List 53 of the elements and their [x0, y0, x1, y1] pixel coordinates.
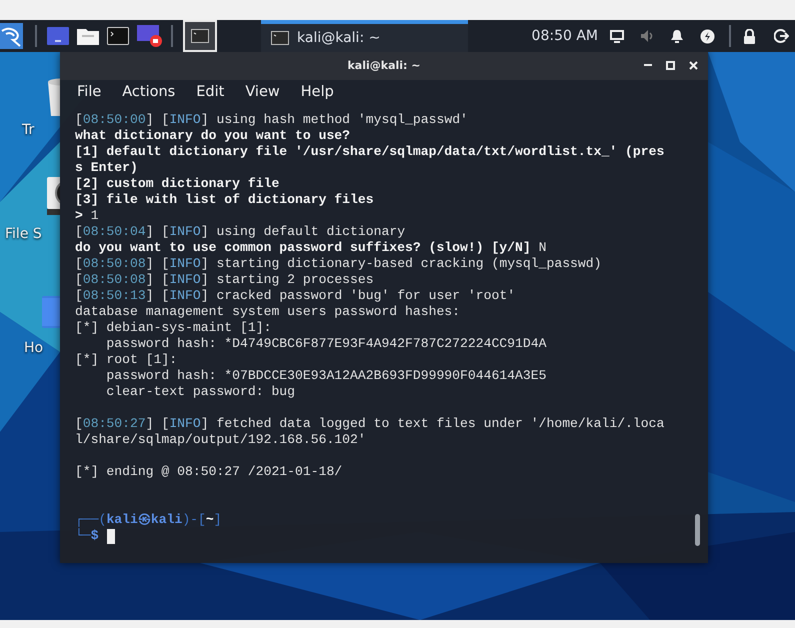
menu-item[interactable]: Actions: [122, 82, 180, 104]
terminal-line: what dictionary do you want to use?: [75, 128, 350, 144]
menu-item[interactable]: Edit: [196, 82, 230, 104]
folder-icon[interactable]: [77, 27, 99, 45]
terminal-line: database management system users password hashes:: [75, 304, 460, 320]
menu-item[interactable]: View: [245, 82, 285, 104]
terminal-line: [08:50:08] [INFO] starting 2 processes: [75, 272, 374, 288]
display-icon[interactable]: [610, 30, 624, 42]
menu-item[interactable]: Help: [300, 82, 339, 104]
window-title: kali@kali: ~: [347, 58, 420, 74]
lock-icon[interactable]: [743, 28, 756, 44]
power-manager-icon[interactable]: [700, 28, 715, 44]
terminal-line: do you want to use common password suffixes? (slow!) [y/N] N: [75, 240, 546, 256]
terminal-line: ┌──(kali㉿kali)-[~]: [75, 512, 222, 528]
close-icon[interactable]: [689, 60, 698, 70]
drive-icon[interactable]: [46, 176, 60, 216]
text-cursor: [106, 528, 115, 544]
terminal-icon: [271, 31, 289, 45]
prompt-line: └─$: [75, 528, 99, 544]
terminal-line: [08:50:08] [INFO] starting dictionary-based cracking (mysql_passwd): [75, 256, 602, 272]
workspace-button[interactable]: [183, 20, 217, 52]
terminal-line: [3] file with list of dictionary files: [75, 192, 374, 208]
terminal-line: password hash: *07BDCCE30E93A12AA2B693FD99990F044614A3E5: [105, 368, 546, 384]
notification-bell-icon[interactable]: [670, 28, 684, 44]
task-button[interactable]: kali@kali: ~: [261, 20, 468, 52]
scrollbar-thumb[interactable]: [695, 514, 700, 546]
terminal-line: > 1: [75, 208, 99, 224]
terminal-line: l/share/sqlmap/output/192.168.56.102': [75, 432, 366, 448]
terminal-line: [*] debian-sys-maint [1]:: [75, 320, 272, 336]
workspace-window-icon[interactable]: [47, 27, 69, 45]
terminal-line: s Enter): [75, 160, 138, 176]
trash-icon[interactable]: [46, 78, 60, 116]
terminal-line: [*] ending @ 08:50:27 /2021-01-18/: [75, 464, 342, 480]
volume-icon[interactable]: [640, 29, 655, 43]
kali-menu-icon[interactable]: [0, 23, 23, 49]
menu-item[interactable]: File: [77, 82, 106, 104]
terminal-line: [*] root [1]:: [75, 352, 178, 368]
terminal-line: [1] default dictionary file '/usr/share/sqlmap/data/txt/wordlist.tx_' (pres: [75, 144, 664, 160]
clock[interactable]: 08:50 AM: [532, 26, 598, 46]
terminal-line: [08:50:00] [INFO] using hash method 'mysql_passwd': [75, 112, 468, 128]
terminal-line: password hash: *D4749CBC6F877E93F4A942F787C272224CC91D4A: [105, 336, 546, 352]
terminal-icon: [191, 29, 209, 43]
maximize-icon[interactable]: [666, 60, 675, 70]
terminal-icon[interactable]: [107, 27, 129, 45]
desktop-icon-label[interactable]: Ho: [24, 338, 44, 359]
terminal-line: [2] custom dictionary file: [75, 176, 280, 192]
terminal-line: clear-text password: bug: [105, 384, 296, 400]
screen-recorder-icon[interactable]: [137, 25, 163, 47]
terminal-line: [08:50:27] [INFO] fetched data logged to text files under '/home/kali/.loca: [75, 416, 664, 432]
logout-icon[interactable]: [774, 29, 789, 43]
terminal-line: [08:50:04] [INFO] using default dictionary: [75, 224, 406, 240]
terminal-line: [08:50:13] [INFO] cracked password 'bug' for user 'root': [75, 288, 516, 304]
desktop-icon-label[interactable]: Tr: [22, 120, 34, 141]
